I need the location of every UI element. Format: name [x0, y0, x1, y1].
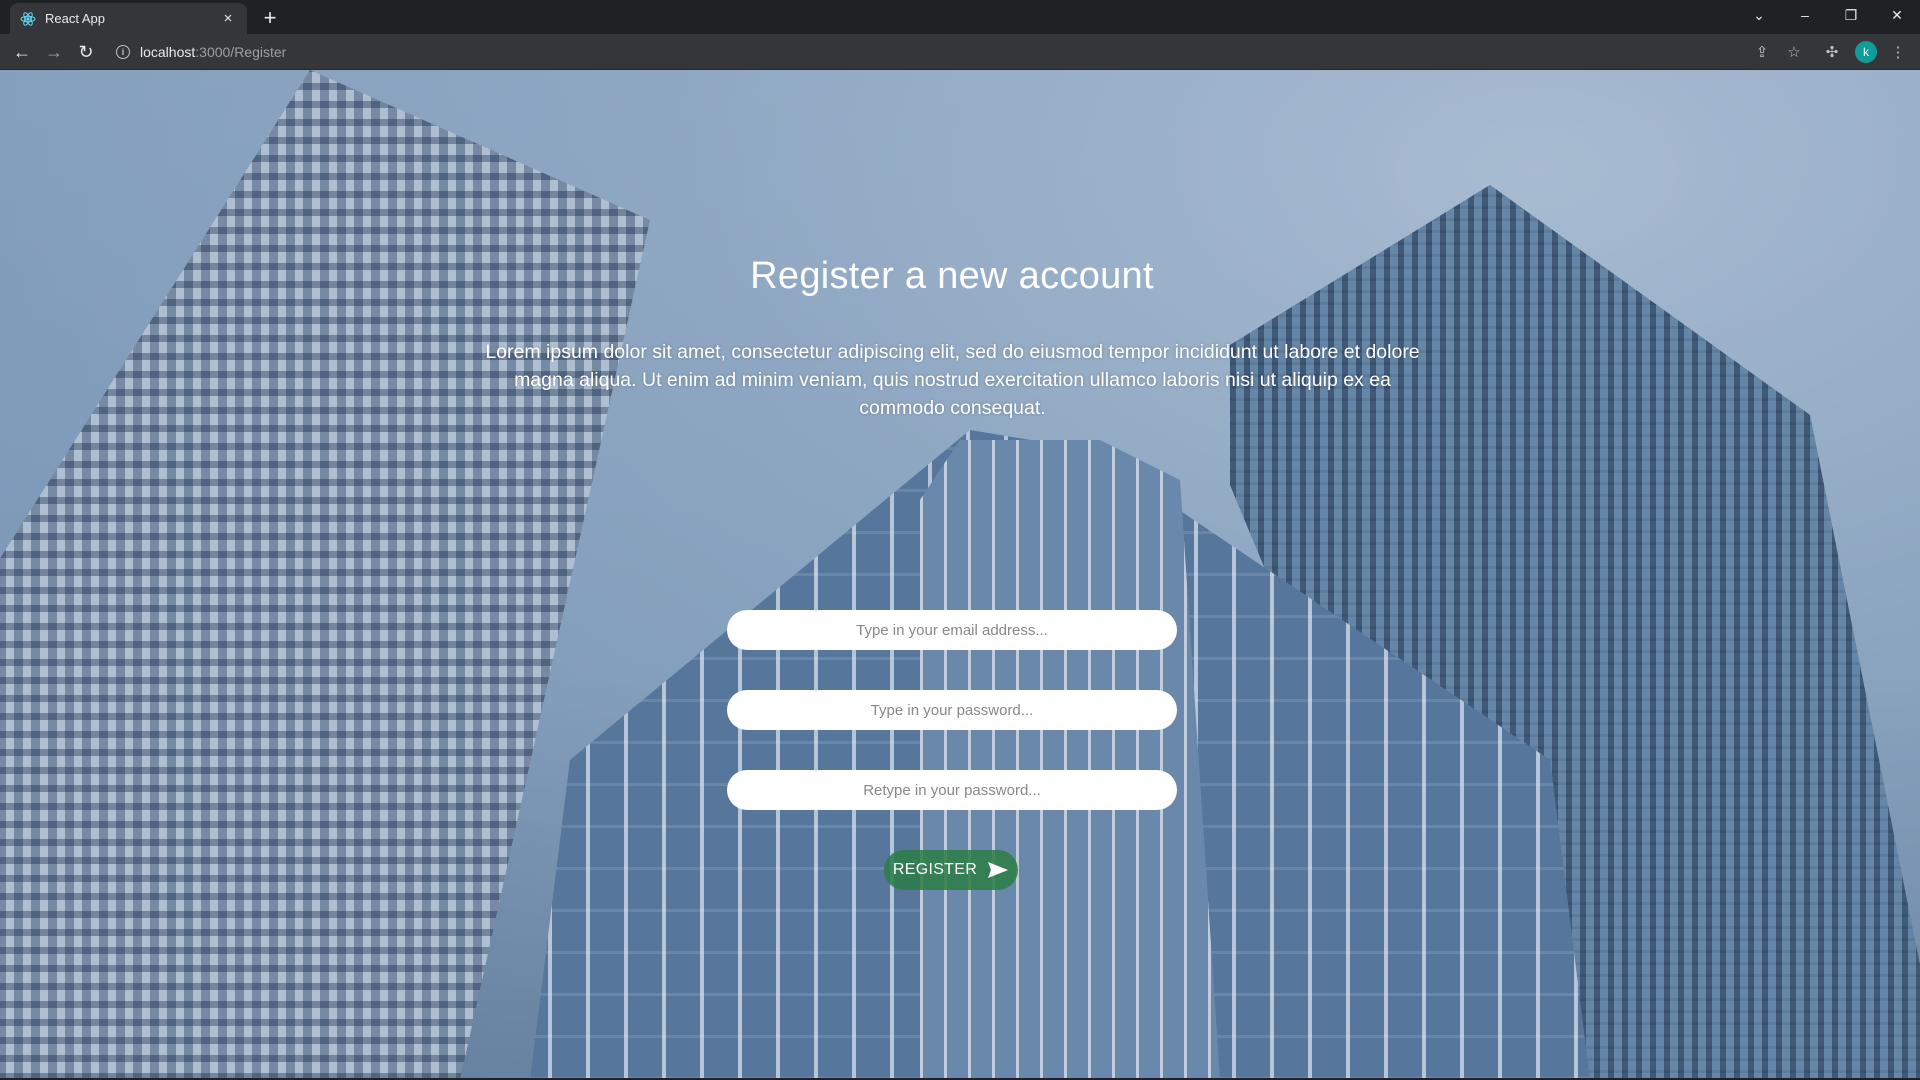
- new-tab-button[interactable]: +: [257, 5, 283, 31]
- tab-search-icon[interactable]: ⌄: [1736, 0, 1782, 30]
- close-tab-icon[interactable]: ×: [219, 10, 237, 28]
- address-bar[interactable]: i localhost:3000/Register: [106, 37, 1756, 67]
- close-window-button[interactable]: ✕: [1874, 0, 1920, 30]
- minimize-button[interactable]: –: [1782, 0, 1828, 30]
- browser-menu-icon[interactable]: ⋮: [1888, 42, 1908, 62]
- intro-text: Lorem ipsum dolor sit amet, consectetur …: [485, 341, 1420, 419]
- forward-button[interactable]: →: [40, 38, 68, 66]
- info-icon[interactable]: i: [116, 45, 130, 59]
- password-input[interactable]: [727, 690, 1177, 730]
- back-button[interactable]: ←: [8, 38, 36, 66]
- register-button[interactable]: REGISTER: [884, 850, 1018, 890]
- restore-button[interactable]: ❐: [1828, 0, 1874, 30]
- share-icon[interactable]: ⇪: [1752, 42, 1772, 62]
- url-path: :3000/Register: [195, 44, 287, 60]
- profile-avatar[interactable]: k: [1855, 41, 1877, 63]
- page-title: Register a new account: [750, 255, 1154, 297]
- browser-tab-bar: React App × + ⌄ – ❐ ✕: [0, 0, 1920, 34]
- react-logo-icon: [20, 11, 36, 27]
- retype-password-input[interactable]: [727, 770, 1177, 810]
- reload-button[interactable]: ↻: [72, 38, 100, 66]
- browser-tab[interactable]: React App ×: [10, 3, 247, 34]
- register-page: Register a new account Lorem ipsum dolor…: [0, 70, 1920, 1080]
- register-button-label: REGISTER: [892, 861, 978, 878]
- extensions-puzzle-icon[interactable]: ✣: [1822, 42, 1842, 62]
- tab-title: React App: [45, 11, 105, 26]
- send-arrow-icon: [987, 861, 1009, 879]
- bookmark-star-icon[interactable]: ☆: [1784, 42, 1804, 62]
- url-host: localhost: [140, 44, 196, 60]
- background-tint: [0, 70, 1920, 1080]
- browser-toolbar: ← → ↻ i localhost:3000/Register ⇪ ☆ ✣ ⋮: [0, 34, 1920, 70]
- email-input[interactable]: [727, 610, 1177, 650]
